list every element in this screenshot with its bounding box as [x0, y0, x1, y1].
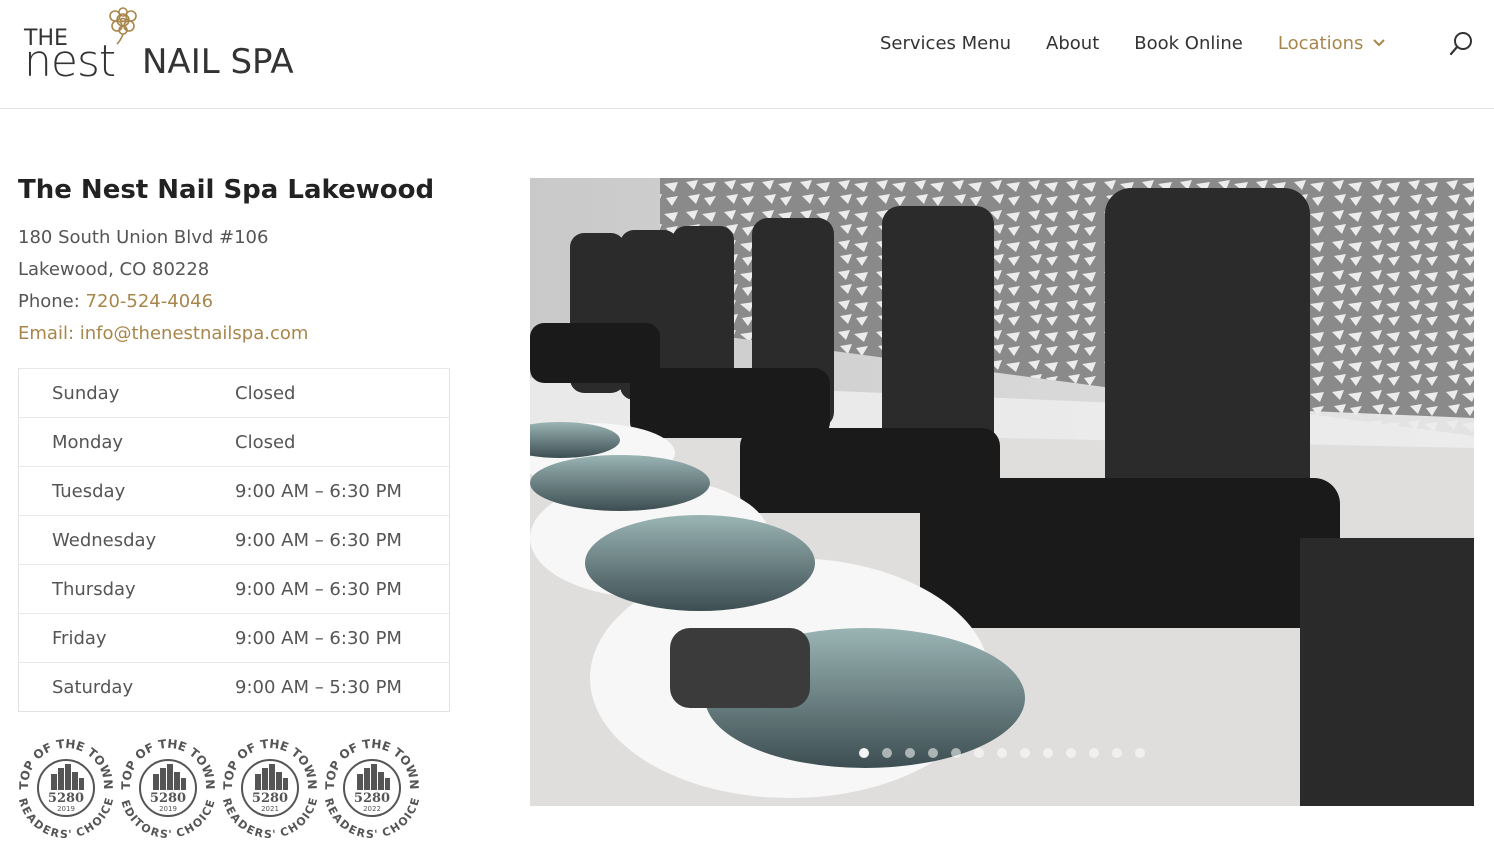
badge-year: 2019 [57, 805, 75, 813]
nav-about[interactable]: About [1046, 33, 1099, 54]
site-header: THE nest NAIL SPA Services Menu About Bo… [0, 0, 1494, 109]
table-row: Monday Closed [18, 417, 450, 467]
table-row: Friday 9:00 AM – 6:30 PM [18, 613, 450, 663]
table-row: Thursday 9:00 AM – 6:30 PM [18, 564, 450, 614]
slider-dot[interactable] [1112, 748, 1122, 758]
badge-year: 2022 [363, 805, 381, 813]
hours-day: Monday [18, 417, 202, 467]
main-nav: Services Menu About Book Online Location… [880, 30, 1420, 56]
slider-dot[interactable] [1066, 748, 1076, 758]
address-line-1: 180 South Union Blvd #106 [18, 227, 269, 248]
badge-year: 2021 [261, 805, 279, 813]
award-badges: TOP OF THE TOWN52802019READERS' CHOICETO… [18, 734, 420, 838]
slider-dot[interactable] [1089, 748, 1099, 758]
logo-nest: nest [24, 36, 116, 87]
address-line-2: Lakewood, CO 80228 [18, 259, 210, 280]
award-badge-icon: TOP OF THE TOWN52802021READERS' CHOICE [222, 737, 318, 838]
badge-number: 5280 [252, 791, 288, 806]
slider-dot[interactable] [882, 748, 892, 758]
email-address: info@thenestnailspa.com [79, 323, 309, 344]
search-icon[interactable] [1448, 30, 1476, 58]
email-label: Email: [18, 323, 80, 344]
logo-nail-spa: NAIL SPA [142, 42, 294, 82]
slider-dot[interactable] [928, 748, 938, 758]
nav-services-menu[interactable]: Services Menu [880, 33, 1011, 54]
slider-dot[interactable] [951, 748, 961, 758]
hours-time: 9:00 AM – 6:30 PM [202, 613, 450, 663]
hours-time: 9:00 AM – 5:30 PM [202, 662, 450, 712]
slider-dot[interactable] [974, 748, 984, 758]
table-row: Wednesday 9:00 AM – 6:30 PM [18, 515, 450, 565]
email-link[interactable]: Email: info@thenestnailspa.com [18, 318, 458, 350]
slider-dot[interactable] [859, 748, 869, 758]
slider-dot[interactable] [1135, 748, 1145, 758]
image-slider[interactable] [530, 178, 1474, 806]
slider-dot[interactable] [997, 748, 1007, 758]
slider-dot[interactable] [905, 748, 915, 758]
badge-number: 5280 [150, 791, 186, 806]
location-info: The Nest Nail Spa Lakewood 180 South Uni… [18, 170, 458, 712]
hours-time: 9:00 AM – 6:30 PM [202, 564, 450, 614]
hours-time: Closed [202, 417, 450, 467]
table-row: Sunday Closed [18, 368, 450, 418]
site-logo[interactable]: THE nest NAIL SPA [22, 6, 312, 87]
hours-day: Saturday [18, 662, 202, 712]
nav-book-online[interactable]: Book Online [1134, 33, 1243, 54]
slider-dot[interactable] [1043, 748, 1053, 758]
badge-number: 5280 [354, 791, 390, 806]
hours-day: Sunday [18, 368, 202, 418]
hours-day: Tuesday [18, 466, 202, 516]
phone-line: Phone: 720-524-4046 [18, 286, 458, 318]
slider-dot[interactable] [1020, 748, 1030, 758]
award-badge-icon: TOP OF THE TOWN52802019EDITORS' CHOICE [120, 737, 216, 838]
hours-time: 9:00 AM – 6:30 PM [202, 515, 450, 565]
hours-table: Sunday Closed Monday Closed Tuesday 9:00 AM… [18, 368, 450, 712]
badge-number: 5280 [48, 791, 84, 806]
hours-time: 9:00 AM – 6:30 PM [202, 466, 450, 516]
location-title: The Nest Nail Spa Lakewood [18, 175, 435, 205]
nav-locations-label: Locations [1277, 32, 1364, 54]
nav-locations[interactable]: Locations [1278, 33, 1386, 54]
phone-label: Phone: [18, 291, 86, 312]
hours-day: Wednesday [18, 515, 202, 565]
table-row: Tuesday 9:00 AM – 6:30 PM [18, 466, 450, 516]
phone-link[interactable]: 720-524-4046 [86, 291, 214, 312]
table-row: Saturday 9:00 AM – 5:30 PM [18, 662, 450, 712]
pedicure-chairs-photo [530, 178, 1474, 806]
hours-time: Closed [202, 368, 450, 418]
hours-day: Thursday [18, 564, 202, 614]
chevron-down-icon [1373, 36, 1386, 50]
badge-year: 2019 [159, 805, 177, 813]
award-badge-icon: TOP OF THE TOWN52802019READERS' CHOICE [18, 737, 114, 838]
slider-dots [530, 748, 1474, 758]
award-badge-icon: TOP OF THE TOWN52802022READERS' CHOICE [324, 737, 420, 838]
hours-day: Friday [18, 613, 202, 663]
